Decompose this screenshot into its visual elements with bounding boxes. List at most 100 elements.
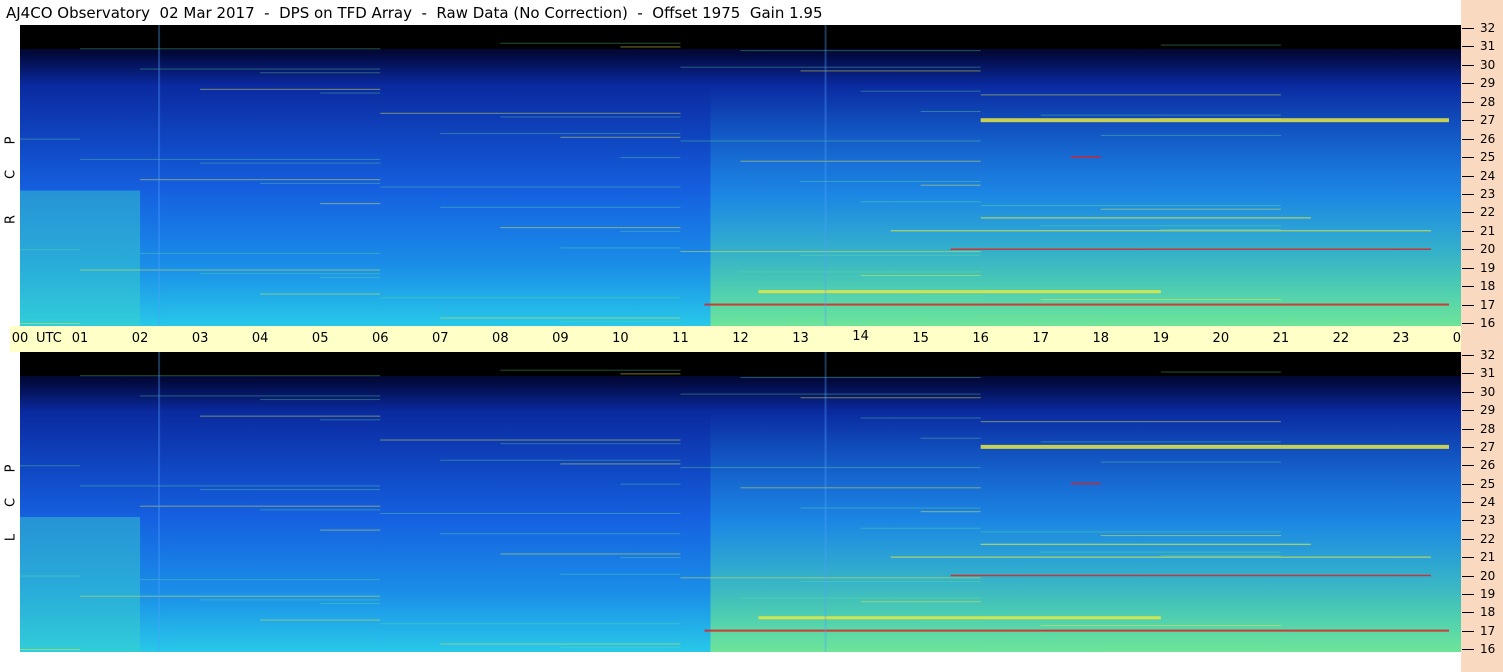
texture-line — [620, 557, 681, 559]
texture-line — [800, 581, 981, 583]
texture-line — [80, 485, 381, 487]
texture-line — [1160, 228, 1281, 230]
texture-line — [1160, 555, 1281, 557]
frequency-band-mark — [758, 290, 1161, 294]
texture-line — [1160, 118, 1281, 120]
texture-line — [500, 116, 681, 118]
frequency-tick-label: 32 — [1480, 348, 1496, 362]
texture-line — [140, 179, 381, 181]
texture-line — [560, 463, 681, 465]
frequency-tick-mark — [1462, 538, 1474, 540]
frequency-tick-mark — [1462, 630, 1474, 632]
frequency-tick-label: 31 — [1480, 39, 1496, 54]
frequency-band-mark — [1070, 156, 1101, 158]
texture-line — [1100, 461, 1281, 463]
texture-line — [380, 439, 681, 441]
texture-line — [140, 395, 381, 397]
texture-line — [800, 507, 981, 509]
texture-line — [140, 68, 381, 70]
texture-line — [380, 186, 681, 188]
frequency-tick-label: 19 — [1480, 586, 1496, 601]
texture-line — [980, 315, 1281, 317]
frequency-tick-label: 27 — [1480, 113, 1496, 128]
texture-line — [320, 92, 381, 94]
frequency-tick-label: 30 — [1480, 384, 1496, 399]
texture-line — [260, 619, 381, 621]
texture-line — [500, 42, 681, 44]
texture-line — [1040, 114, 1281, 116]
frequency-tick-label: 16 — [1480, 642, 1496, 656]
frequency-tick-mark — [1462, 193, 1474, 195]
frequency-tick-label: 20 — [1480, 242, 1496, 257]
utc-hour-label: 15 — [912, 331, 929, 346]
utc-hour-label: 22 — [1332, 331, 1350, 346]
texture-line — [680, 577, 981, 579]
utc-hour-label: 04 — [251, 331, 269, 346]
utc-hour-label: 06 — [371, 331, 389, 346]
texture-line — [1100, 645, 1281, 647]
frequency-band-mark — [890, 556, 1431, 558]
texture-line — [1160, 371, 1281, 373]
texture-line — [260, 509, 381, 511]
frequency-band-mark — [1070, 482, 1101, 485]
texture-line — [380, 112, 681, 114]
frequency-tick-mark — [1462, 355, 1474, 356]
texture-line — [1040, 441, 1281, 443]
frequency-tick-mark — [1462, 465, 1474, 467]
utc-hour-label: 12 — [732, 331, 749, 346]
frequency-tick-label: 27 — [1480, 439, 1496, 454]
frequency-tick-mark — [1462, 101, 1474, 103]
frequency-tick-label: 32 — [1480, 21, 1496, 35]
texture-line — [1100, 134, 1281, 136]
frequency-band-mark — [890, 230, 1431, 232]
frequency-tick-label: 28 — [1480, 421, 1496, 436]
frequency-tick-mark — [1462, 64, 1474, 66]
frequency-tick-mark — [1462, 649, 1474, 650]
rcp-spectrogram-svg — [20, 25, 1461, 326]
texture-line — [440, 643, 681, 645]
frequency-tick-label: 30 — [1480, 57, 1496, 72]
texture-line — [740, 377, 981, 379]
texture-line — [800, 181, 981, 183]
texture-line — [200, 415, 381, 417]
frequency-tick-label: 17 — [1480, 297, 1496, 312]
frequency-band-mark — [980, 217, 1311, 219]
texture-line — [680, 467, 981, 469]
texture-line — [80, 48, 381, 50]
texture-line — [140, 505, 381, 507]
utc-hour-label: 10 — [612, 331, 629, 346]
frequency-tick-mark — [1462, 410, 1474, 412]
texture-line — [380, 513, 681, 515]
texture-line — [620, 46, 681, 48]
frequency-tick-label: 21 — [1480, 550, 1496, 565]
texture-line — [440, 459, 681, 461]
texture-line — [440, 133, 681, 135]
texture-line — [1100, 535, 1281, 537]
early-utc-enhancement — [20, 190, 141, 326]
texture-line — [680, 66, 981, 68]
frequency-tick-mark — [1462, 230, 1474, 232]
texture-line — [560, 247, 681, 249]
texture-line — [980, 531, 1281, 533]
frequency-tick-mark — [1462, 593, 1474, 595]
texture-line — [1100, 208, 1281, 210]
texture-line — [140, 579, 381, 581]
frequency-tick-mark — [1462, 612, 1474, 614]
texture-line — [560, 136, 681, 138]
frequency-tick-label: 26 — [1480, 131, 1496, 146]
texture-line — [860, 601, 981, 603]
frequency-tick-label: 21 — [1480, 223, 1496, 238]
early-utc-enhancement — [20, 517, 141, 652]
frequency-tick-mark — [1462, 520, 1474, 522]
texture-line — [320, 276, 381, 278]
frequency-tick-mark — [1462, 249, 1474, 251]
frequency-band-mark — [950, 248, 1431, 250]
texture-line — [860, 417, 981, 419]
frequency-tick-mark — [1462, 83, 1474, 85]
texture-line — [20, 249, 81, 251]
texture-line — [680, 140, 981, 142]
utc-hour-label: 20 — [1212, 331, 1230, 346]
frequency-tick-mark — [1462, 286, 1474, 288]
texture-line — [260, 399, 381, 401]
texture-line — [260, 72, 381, 74]
